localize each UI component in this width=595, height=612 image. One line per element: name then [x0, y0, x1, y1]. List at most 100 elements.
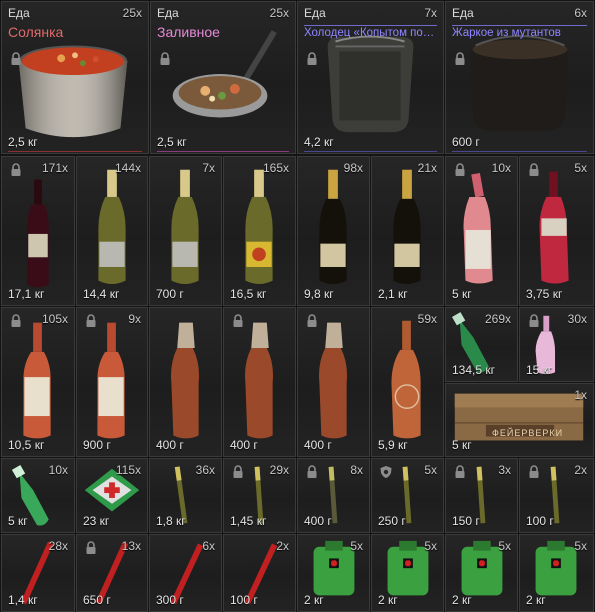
item-molotov-2[interactable]: 400 г [223, 307, 296, 457]
item-rocket[interactable]: 36x 1,8 кг [149, 458, 222, 533]
item-rocket-2[interactable]: 29x 1,45 кг [223, 458, 296, 533]
item-red-wine[interactable]: 171x 17,1 кг [1, 156, 75, 306]
item-weight: 134,5 кг [452, 363, 495, 377]
lock-icon [11, 163, 21, 176]
lock-icon [160, 52, 170, 65]
item-flare-4[interactable]: 2x 100 г [223, 534, 296, 612]
item-gold-champagne[interactable]: 98x 9,8 кг [297, 156, 370, 306]
shield-icon [380, 466, 392, 478]
item-flare-2[interactable]: 13x 650 г [76, 534, 148, 612]
item-pink-flask[interactable]: 30x 15 кг [519, 307, 594, 382]
lock-icon [529, 465, 539, 478]
item-weight: 400 г [156, 438, 184, 452]
item-weight: 3,75 кг [526, 287, 563, 301]
item-weight: 250 г [378, 514, 406, 528]
rarity-line [304, 151, 437, 152]
lock-icon [307, 52, 317, 65]
item-zalivnoe[interactable]: Еда 25x Заливное 2,5 кг [150, 1, 296, 154]
item-flare[interactable]: 28x 1,4 кг [1, 534, 75, 612]
red-bottle-icon [539, 171, 569, 284]
rarity-line [157, 151, 289, 152]
item-weight: 5 кг [8, 514, 28, 528]
item-weight: 10,5 кг [8, 438, 45, 452]
item-kholodets[interactable]: Еда 7x Холодец «Копытом по л... 4,2 кг [297, 1, 444, 154]
item-weight: 5 кг [452, 438, 472, 452]
item-medkit-pouch[interactable]: 5x 2 кг [297, 534, 370, 612]
item-weight: 23 кг [83, 514, 110, 528]
item-medkit-pouch-2[interactable]: 5x 2 кг [371, 534, 444, 612]
lock-icon [233, 314, 243, 327]
item-medkit-pouch-4[interactable]: 5x 2 кг [519, 534, 594, 612]
item-rocket-4[interactable]: 5x 250 г [371, 458, 444, 533]
item-rocket-6[interactable]: 2x 100 г [519, 458, 594, 533]
item-count: 98x [343, 161, 363, 175]
inventory-grid: Еда 25x Солянка 2,5 кг Еда 25x Заливное … [0, 0, 595, 612]
item-category: Еда [8, 6, 30, 20]
item-flare-3[interactable]: 6x 300 г [149, 534, 222, 612]
item-name: Жаркое из мутантов [452, 27, 561, 39]
item-champagne-2[interactable]: 7x 700 г [149, 156, 222, 306]
gold-champagne-icon [319, 169, 347, 285]
item-count: 25x [122, 6, 142, 20]
item-fireworks-crate[interactable]: 1x ФЕЙЕРВЕРКИ 5 кг [445, 383, 594, 457]
item-count: 165x [262, 161, 289, 175]
lock-icon [529, 314, 539, 327]
item-count: 10x [48, 463, 68, 477]
champagne-bottle-icon [98, 169, 126, 284]
item-champagne[interactable]: 144x 14,4 кг [76, 156, 148, 306]
item-count: 9x [128, 312, 141, 326]
item-weight: 600 г [452, 135, 480, 149]
item-green-bottle-2[interactable]: 10x 5 кг [1, 458, 75, 533]
item-count: 59x [417, 312, 437, 326]
item-red-bottle[interactable]: 5x 3,75 кг [519, 156, 594, 306]
item-molotov-3[interactable]: 400 г [297, 307, 370, 457]
item-weight: 2,5 кг [8, 135, 38, 149]
lock-icon [307, 314, 317, 327]
item-weight: 2 кг [378, 593, 398, 607]
item-weight: 16,5 кг [230, 287, 267, 301]
item-solyanka[interactable]: Еда 25x Солянка 2,5 кг [1, 1, 149, 154]
rarity-rule [452, 25, 587, 26]
item-count: 1x [574, 388, 587, 402]
item-gold-champagne-2[interactable]: 21x 2,1 кг [371, 156, 444, 306]
item-count: 7x [202, 161, 215, 175]
item-rocket-5[interactable]: 3x 150 г [445, 458, 518, 533]
item-zharkoe[interactable]: Еда 6x Жаркое из мутантов 600 г [445, 1, 594, 154]
item-weight: 1,4 кг [8, 593, 38, 607]
item-molotov[interactable]: 400 г [149, 307, 222, 457]
item-vodka[interactable]: 105x 10,5 кг [1, 307, 75, 457]
champagne-bottle-icon [171, 169, 199, 285]
item-count: 13x [121, 539, 141, 553]
lock-icon [86, 541, 96, 554]
item-weight: 400 г [304, 514, 332, 528]
item-count: 3x [498, 463, 511, 477]
item-vodka-2[interactable]: 9x 900 г [76, 307, 148, 457]
item-weight: 100 г [526, 514, 554, 528]
item-pink-bottle[interactable]: 10x 5 кг [445, 156, 518, 306]
item-champagne-3[interactable]: 165x 16,5 кг [223, 156, 296, 306]
item-category: Еда [452, 6, 474, 20]
item-brown-bottle[interactable]: 59x 5,9 кг [371, 307, 444, 457]
item-count: 2x [276, 539, 289, 553]
item-count: 5x [424, 463, 437, 477]
item-weight: 5 кг [452, 287, 472, 301]
item-name: Холодец «Копытом по л... [304, 27, 437, 39]
item-weight: 400 г [230, 438, 258, 452]
vodka-bottle-icon [23, 322, 51, 439]
item-count: 105x [41, 312, 68, 326]
molotov-bottle-icon [245, 322, 274, 439]
lock-icon [455, 52, 465, 65]
molotov-bottle-icon [319, 322, 348, 439]
item-medkit-pouch-3[interactable]: 5x 2 кг [445, 534, 518, 612]
lock-icon [233, 465, 243, 478]
gold-champagne-icon [393, 169, 421, 285]
rarity-rule [304, 25, 437, 26]
item-rocket-3[interactable]: 8x 400 г [297, 458, 370, 533]
lock-icon [11, 52, 21, 65]
item-green-bottle[interactable]: 269x 134,5 кг [445, 307, 518, 382]
item-weight: 650 г [83, 593, 111, 607]
lock-icon [455, 465, 465, 478]
item-first-aid-kit[interactable]: 115x 23 кг [76, 458, 148, 533]
item-count: 21x [417, 161, 437, 175]
item-weight: 400 г [304, 438, 332, 452]
